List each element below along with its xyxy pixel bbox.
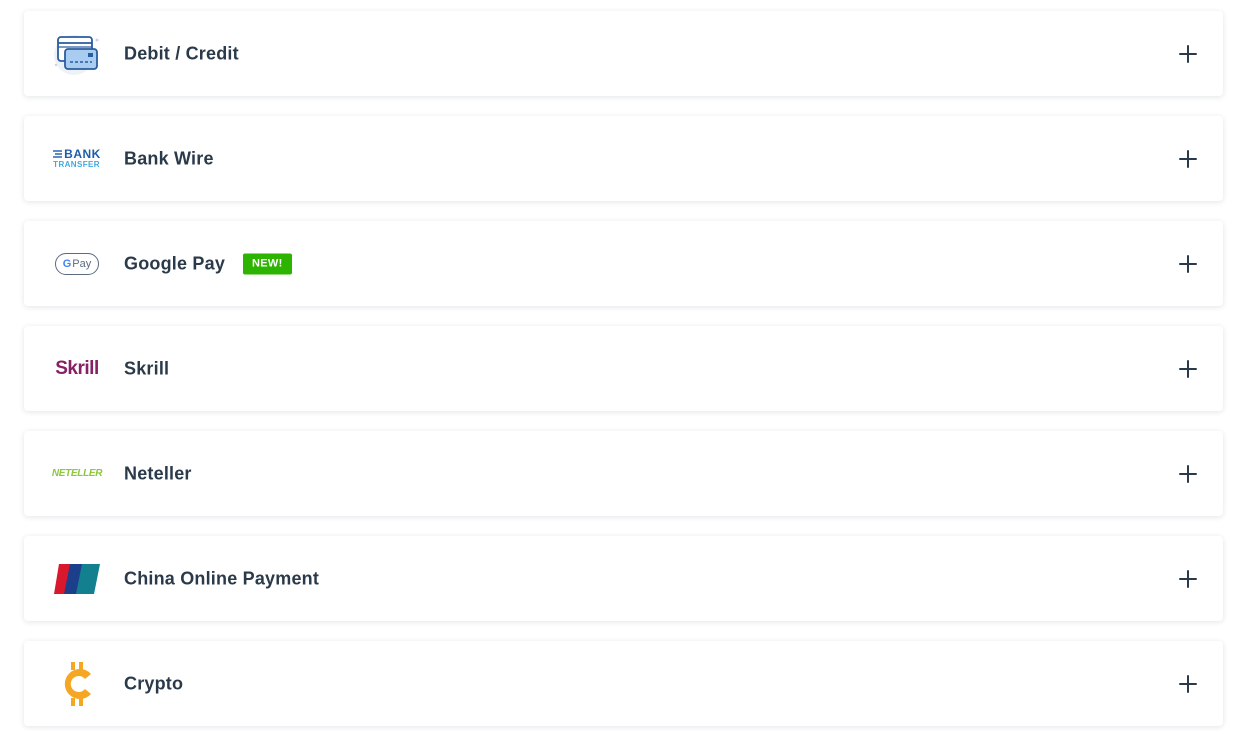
plus-icon[interactable] <box>1179 254 1197 273</box>
payment-method-crypto[interactable]: Crypto <box>24 641 1223 726</box>
payment-method-label: China Online Payment <box>124 568 320 588</box>
payment-method-label: Google Pay NEW! <box>124 253 292 274</box>
payment-method-label: Neteller <box>124 463 192 483</box>
payment-method-skrill[interactable]: Skrill Skrill <box>24 326 1223 411</box>
plus-icon[interactable] <box>1179 569 1197 588</box>
payment-method-neteller[interactable]: NETELLER Neteller <box>24 431 1223 516</box>
payment-method-label: Bank Wire <box>124 148 214 168</box>
payment-methods-list: Debit / Credit BANK TRANSFER Bank Wire G… <box>0 0 1237 738</box>
payment-method-china-online-payment[interactable]: China Online Payment <box>24 536 1223 621</box>
payment-method-label: Crypto <box>124 673 184 693</box>
payment-method-bank-wire[interactable]: BANK TRANSFER Bank Wire <box>24 116 1223 201</box>
payment-method-label: Debit / Credit <box>124 43 239 63</box>
new-badge: NEW! <box>243 253 292 274</box>
plus-icon[interactable] <box>1179 359 1197 378</box>
payment-method-label: Skrill <box>124 358 170 378</box>
plus-icon[interactable] <box>1179 149 1197 168</box>
unionpay-logo <box>52 556 102 602</box>
neteller-logo: NETELLER <box>51 468 103 479</box>
credit-card-icon <box>52 31 102 77</box>
payment-method-google-pay[interactable]: G Pay Google Pay NEW! <box>24 221 1223 306</box>
crypto-coin-icon <box>52 661 102 707</box>
plus-icon[interactable] <box>1179 464 1197 483</box>
plus-icon[interactable] <box>1179 44 1197 63</box>
skrill-logo: Skrill <box>55 357 99 379</box>
google-pay-logo: G Pay <box>52 241 102 287</box>
bank-transfer-logo: BANK TRANSFER <box>53 146 101 169</box>
plus-icon[interactable] <box>1179 674 1197 693</box>
payment-method-debit-credit[interactable]: Debit / Credit <box>24 11 1223 96</box>
